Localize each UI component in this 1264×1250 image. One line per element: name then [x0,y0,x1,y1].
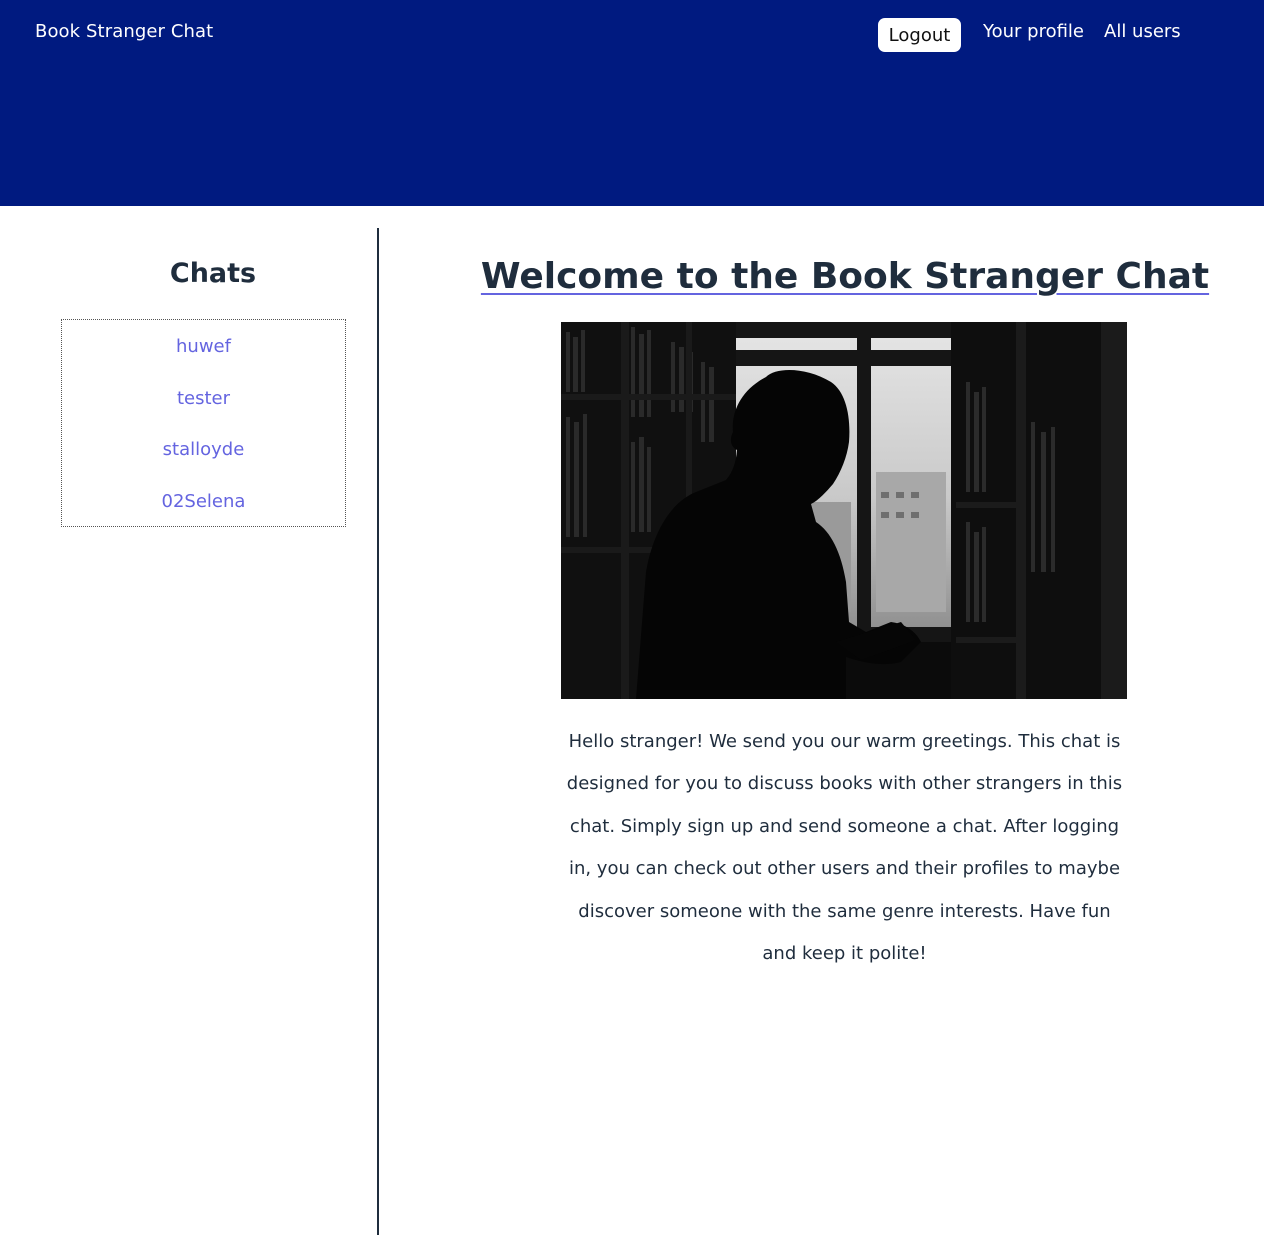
page-title-text: Welcome to the Book Stranger Chat [480,256,1210,297]
nav-all-users-link[interactable]: All users [1104,21,1181,42]
page-title: Welcome to the Book Stranger Chat [380,256,1264,297]
person-reading-in-library-icon [561,322,1127,699]
chats-sidebar: Chats huwef tester stalloyde 02Selena [0,228,379,1235]
chat-list: huwef tester stalloyde 02Selena [61,319,346,527]
brand-title[interactable]: Book Stranger Chat [35,21,213,42]
chat-item-02selena[interactable]: 02Selena [62,491,345,512]
chats-heading: Chats [169,258,257,289]
nav-your-profile-link[interactable]: Your profile [983,21,1084,42]
intro-text: Hello stranger! We send you our warm gre… [566,731,1123,965]
top-navbar: Book Stranger Chat Logout Your profile A… [0,0,1264,206]
hero-image [561,322,1127,699]
logout-button[interactable]: Logout [878,18,961,52]
chat-item-huwef[interactable]: huwef [62,336,345,357]
chat-item-tester[interactable]: tester [62,388,345,409]
chat-item-stalloyde[interactable]: stalloyde [62,439,345,460]
